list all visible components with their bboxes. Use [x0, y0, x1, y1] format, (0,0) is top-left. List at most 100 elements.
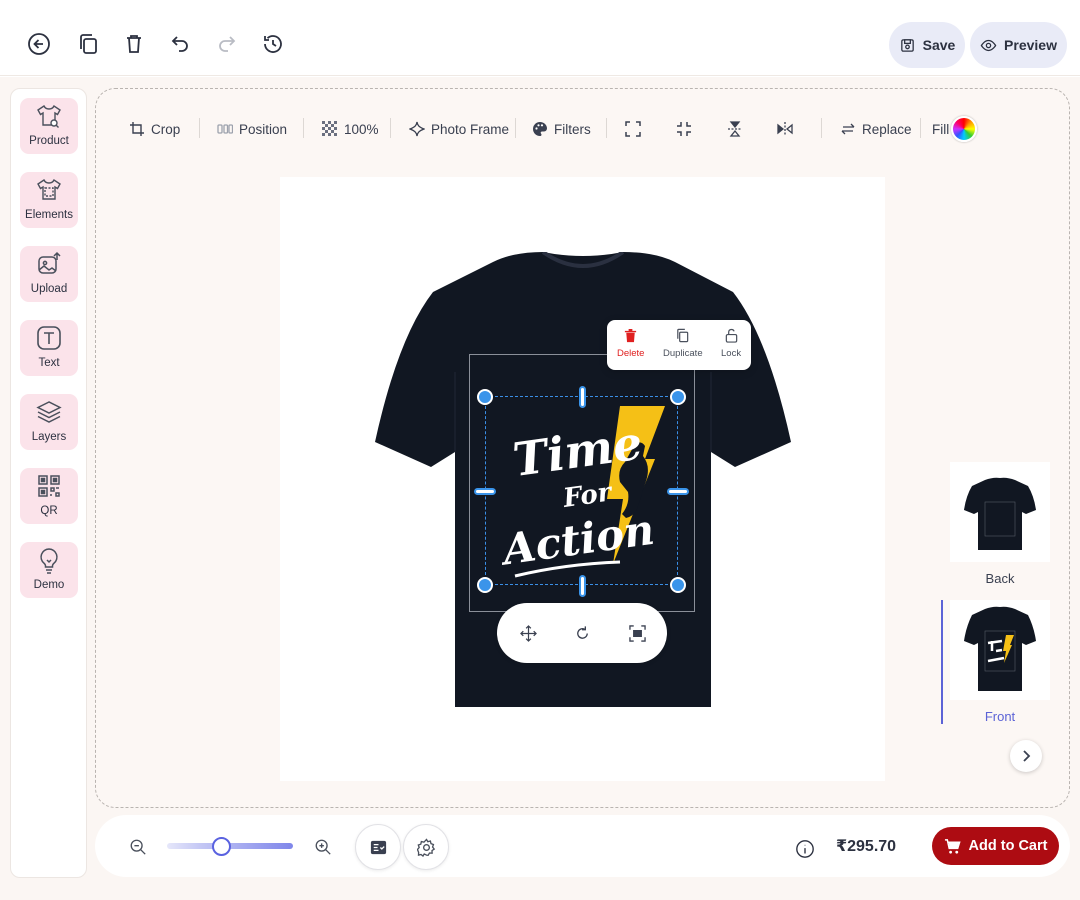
- expand-tool[interactable]: [625, 118, 641, 140]
- next-view-button[interactable]: [1010, 740, 1042, 772]
- flip-vertical-icon: [728, 121, 742, 137]
- copy-icon[interactable]: [74, 30, 102, 58]
- active-view-indicator: [941, 600, 943, 724]
- lightbulb-icon: [40, 548, 58, 574]
- zoom-in-icon[interactable]: [313, 837, 333, 857]
- filters-tool[interactable]: Filters: [532, 118, 591, 140]
- position-tool[interactable]: Position: [217, 118, 287, 140]
- opacity-label: 100%: [344, 121, 379, 137]
- photo-frame-label: Photo Frame: [431, 121, 510, 137]
- toolbar-divider: [199, 118, 200, 138]
- position-icon: [217, 124, 233, 134]
- resize-handle-top-left[interactable]: [477, 389, 493, 405]
- resize-handle-bottom[interactable]: [579, 575, 586, 597]
- add-to-cart-label: Add to Cart: [968, 838, 1048, 854]
- flip-vertical-tool[interactable]: [727, 118, 743, 140]
- sidebar-item-label: QR: [40, 505, 58, 517]
- toolbar-divider: [390, 118, 391, 138]
- sidebar-item-qr[interactable]: QR: [20, 468, 78, 524]
- position-label: Position: [239, 121, 288, 137]
- history-icon[interactable]: [259, 30, 287, 58]
- lock-element-button[interactable]: Lock: [721, 328, 741, 359]
- sidebar-item-label: Elements: [25, 209, 73, 221]
- transform-toolbar: [497, 603, 667, 663]
- sidebar-item-upload[interactable]: Upload: [20, 246, 78, 302]
- sidebar-item-elements[interactable]: Elements: [20, 172, 78, 228]
- duplicate-label: Duplicate: [663, 348, 703, 359]
- back-icon[interactable]: [25, 30, 53, 58]
- toolbar-divider: [920, 118, 921, 138]
- move-icon[interactable]: [518, 623, 538, 643]
- delete-icon[interactable]: [120, 30, 148, 58]
- tshirt-back-thumbnail: [964, 477, 1036, 550]
- palette-icon: [533, 122, 547, 136]
- view-thumbnail-back[interactable]: [950, 462, 1050, 562]
- top-bar: Save Preview: [0, 0, 1080, 76]
- total-price: ₹295.70: [836, 838, 897, 855]
- undo-icon[interactable]: [166, 30, 194, 58]
- view-thumbnail-front[interactable]: [950, 600, 1050, 700]
- photo-frame-tool[interactable]: Photo Frame: [409, 118, 509, 140]
- fill-tool[interactable]: Fill: [932, 115, 978, 143]
- chevron-right-icon: [1023, 750, 1031, 762]
- tshirt-icon: [37, 104, 61, 128]
- toolbar-divider: [303, 118, 304, 138]
- zoom-slider-thumb[interactable]: [212, 837, 231, 856]
- settings-button[interactable]: [403, 824, 449, 870]
- gear-icon: [416, 837, 435, 857]
- duplicate-element-button[interactable]: Duplicate: [663, 328, 703, 359]
- flip-horizontal-tool[interactable]: [777, 118, 793, 140]
- sparkle-icon: [409, 121, 425, 137]
- toolbar-divider: [606, 118, 607, 138]
- opacity-tool[interactable]: 100%: [322, 118, 379, 140]
- rotate-icon[interactable]: [572, 623, 592, 643]
- redo-icon[interactable]: [213, 30, 241, 58]
- selection-box[interactable]: [485, 396, 678, 585]
- checkerboard-icon: [322, 121, 337, 136]
- resize-handle-top-right[interactable]: [670, 389, 686, 405]
- duplicate-icon: [677, 328, 689, 343]
- sidebar-item-label: Upload: [30, 283, 68, 295]
- unlock-icon: [725, 328, 737, 343]
- text-icon: [37, 326, 61, 350]
- flip-horizontal-icon: [777, 122, 793, 136]
- shrink-icon: [677, 122, 691, 136]
- checklist-icon: [370, 840, 386, 854]
- sidebar-item-layers[interactable]: Layers: [20, 394, 78, 450]
- resize-handle-right[interactable]: [667, 488, 689, 495]
- upload-icon: [38, 251, 61, 274]
- zoom-out-icon[interactable]: [128, 837, 148, 857]
- info-icon[interactable]: [794, 838, 816, 860]
- toolbar-divider: [515, 118, 516, 138]
- filters-label: Filters: [554, 121, 591, 137]
- sidebar-item-label: Layers: [31, 431, 67, 443]
- replace-tool[interactable]: Replace: [840, 118, 912, 140]
- resize-handle-bottom-left[interactable]: [477, 577, 493, 593]
- resize-handle-bottom-right[interactable]: [670, 577, 686, 593]
- save-button[interactable]: Save: [889, 22, 965, 68]
- delete-element-button[interactable]: Delete: [617, 328, 644, 359]
- sidebar-item-label: Text: [38, 357, 60, 369]
- replace-label: Replace: [862, 121, 912, 137]
- elements-icon: [37, 178, 61, 200]
- tshirt-front-thumbnail: [964, 606, 1036, 691]
- left-sidebar: Product Elements Upload Text Layers QR D…: [10, 88, 87, 878]
- crop-tool[interactable]: Crop: [129, 118, 180, 140]
- sidebar-item-text[interactable]: Text: [20, 320, 78, 376]
- fit-icon[interactable]: [627, 623, 647, 643]
- sidebar-item-product[interactable]: Product: [20, 98, 78, 154]
- resize-handle-top[interactable]: [579, 386, 586, 408]
- sidebar-item-demo[interactable]: Demo: [20, 542, 78, 598]
- expand-icon: [625, 121, 641, 137]
- sidebar-item-label: Product: [29, 135, 69, 147]
- layers-icon: [36, 401, 62, 423]
- element-context-menu: Delete Duplicate Lock: [607, 320, 751, 370]
- preview-label: Preview: [1004, 37, 1057, 53]
- fill-label: Fill: [932, 121, 950, 137]
- sidebar-item-label: Demo: [33, 579, 65, 591]
- resize-handle-left[interactable]: [474, 488, 496, 495]
- add-to-cart-button[interactable]: Add to Cart: [932, 827, 1059, 865]
- shrink-tool[interactable]: [676, 118, 692, 140]
- checklist-button[interactable]: [355, 824, 401, 870]
- preview-button[interactable]: Preview: [970, 22, 1067, 68]
